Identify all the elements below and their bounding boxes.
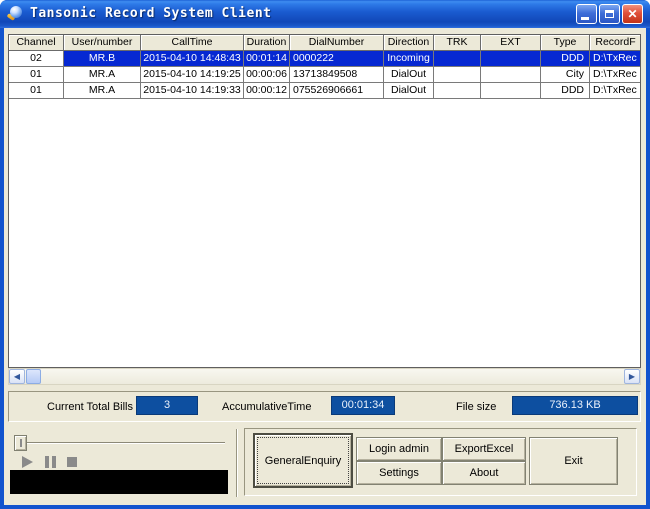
slider-thumb[interactable]: [14, 435, 27, 451]
buttons-panel: GeneralEnquiry Login admin Settings Expo…: [244, 428, 637, 496]
magnifier-app-icon: [7, 6, 23, 22]
stop-icon[interactable]: [67, 457, 77, 467]
scrollbar-thumb[interactable]: [26, 369, 41, 384]
window-title: Tansonic Record System Client: [30, 6, 271, 21]
table-cell[interactable]: 01: [9, 67, 64, 83]
horizontal-scrollbar[interactable]: ◀ ▶: [8, 368, 641, 385]
maximize-button[interactable]: [599, 4, 620, 24]
column-header-ext[interactable]: EXT: [481, 35, 541, 51]
table-cell[interactable]: 00:01:14: [244, 51, 290, 67]
column-header-trk[interactable]: TRK: [434, 35, 481, 51]
table-cell[interactable]: [481, 51, 541, 67]
column-header-user-number[interactable]: User/number: [64, 35, 141, 51]
total-bills-value: 3: [136, 396, 198, 415]
column-header-duration[interactable]: Duration: [244, 35, 290, 51]
column-header-recordf[interactable]: RecordF: [590, 35, 641, 51]
table-cell[interactable]: 02: [9, 51, 64, 67]
table-cell[interactable]: D:\TxRec: [590, 51, 641, 67]
table-cell[interactable]: [481, 83, 541, 99]
table-cell[interactable]: MR.A: [64, 83, 141, 99]
close-icon: ✕: [623, 7, 642, 22]
title-bar[interactable]: Tansonic Record System Client ✕: [0, 0, 650, 28]
column-header-direction[interactable]: Direction: [384, 35, 434, 51]
table-cell[interactable]: Incoming: [384, 51, 434, 67]
table-cell[interactable]: MR.B: [64, 51, 141, 67]
play-icon[interactable]: [22, 456, 33, 468]
client-area: ChannelUser/numberCallTimeDurationDialNu…: [4, 28, 646, 505]
table-cell[interactable]: 2015-04-10 14:19:25: [141, 67, 244, 83]
table-cell[interactable]: D:\TxRec: [590, 83, 641, 99]
file-size-value: 736.13 KB: [512, 396, 638, 415]
general-enquiry-button[interactable]: GeneralEnquiry: [253, 433, 353, 488]
waveform-display: [10, 470, 228, 494]
export-excel-button[interactable]: ExportExcel: [442, 437, 526, 461]
accumulative-time-label: AccumulativeTime: [222, 401, 311, 413]
column-header-type[interactable]: Type: [541, 35, 590, 51]
table-cell[interactable]: DDD: [541, 51, 590, 67]
table-cell[interactable]: 0000222: [290, 51, 384, 67]
table-header-row: ChannelUser/numberCallTimeDurationDialNu…: [9, 35, 640, 51]
close-button[interactable]: ✕: [622, 4, 643, 24]
table-cell[interactable]: 01: [9, 83, 64, 99]
records-table: ChannelUser/numberCallTimeDurationDialNu…: [8, 34, 641, 368]
table-cell[interactable]: DialOut: [384, 83, 434, 99]
table-cell[interactable]: 00:00:06: [244, 67, 290, 83]
table-cell[interactable]: City: [541, 67, 590, 83]
total-bills-label: Current Total Bills: [47, 401, 133, 413]
table-cell[interactable]: DDD: [541, 83, 590, 99]
table-cell[interactable]: 00:00:12: [244, 83, 290, 99]
table-cell[interactable]: 075526906661: [290, 83, 384, 99]
table-row[interactable]: 01MR.A2015-04-10 14:19:2500:00:061371384…: [9, 67, 640, 83]
exit-button[interactable]: Exit: [529, 437, 618, 485]
table-row[interactable]: 01MR.A2015-04-10 14:19:3300:00:120755269…: [9, 83, 640, 99]
table-cell[interactable]: DialOut: [384, 67, 434, 83]
table-cell[interactable]: [481, 67, 541, 83]
table-cell[interactable]: [434, 83, 481, 99]
maximize-icon: [605, 10, 614, 18]
login-admin-button[interactable]: Login admin: [356, 437, 442, 461]
playback-panel: [8, 428, 234, 500]
column-header-calltime[interactable]: CallTime: [141, 35, 244, 51]
column-header-dialnumber[interactable]: DialNumber: [290, 35, 384, 51]
app-window: Tansonic Record System Client ✕ ChannelU…: [0, 0, 650, 509]
table-cell[interactable]: [434, 67, 481, 83]
playback-slider[interactable]: [16, 442, 225, 444]
table-cell[interactable]: 2015-04-10 14:48:43: [141, 51, 244, 67]
table-cell[interactable]: MR.A: [64, 67, 141, 83]
scroll-left-arrow-icon[interactable]: ◀: [9, 369, 25, 384]
scroll-right-arrow-icon[interactable]: ▶: [624, 369, 640, 384]
settings-button[interactable]: Settings: [356, 461, 442, 485]
table-cell[interactable]: 2015-04-10 14:19:33: [141, 83, 244, 99]
minimize-icon: [581, 17, 589, 20]
panel-divider: [236, 429, 238, 497]
table-cell[interactable]: 13713849508: [290, 67, 384, 83]
column-header-channel[interactable]: Channel: [9, 35, 64, 51]
table-cell[interactable]: [434, 51, 481, 67]
table-body: 02MR.B2015-04-10 14:48:4300:01:140000222…: [9, 51, 640, 99]
accumulative-time-value: 00:01:34: [331, 396, 395, 415]
pause-icon[interactable]: [45, 456, 56, 468]
status-panel: Current Total Bills 3 AccumulativeTime 0…: [8, 391, 641, 422]
table-cell[interactable]: D:\TxRec: [590, 67, 641, 83]
file-size-label: File size: [456, 401, 496, 413]
about-button[interactable]: About: [442, 461, 526, 485]
table-row[interactable]: 02MR.B2015-04-10 14:48:4300:01:140000222…: [9, 51, 640, 67]
minimize-button[interactable]: [576, 4, 597, 24]
